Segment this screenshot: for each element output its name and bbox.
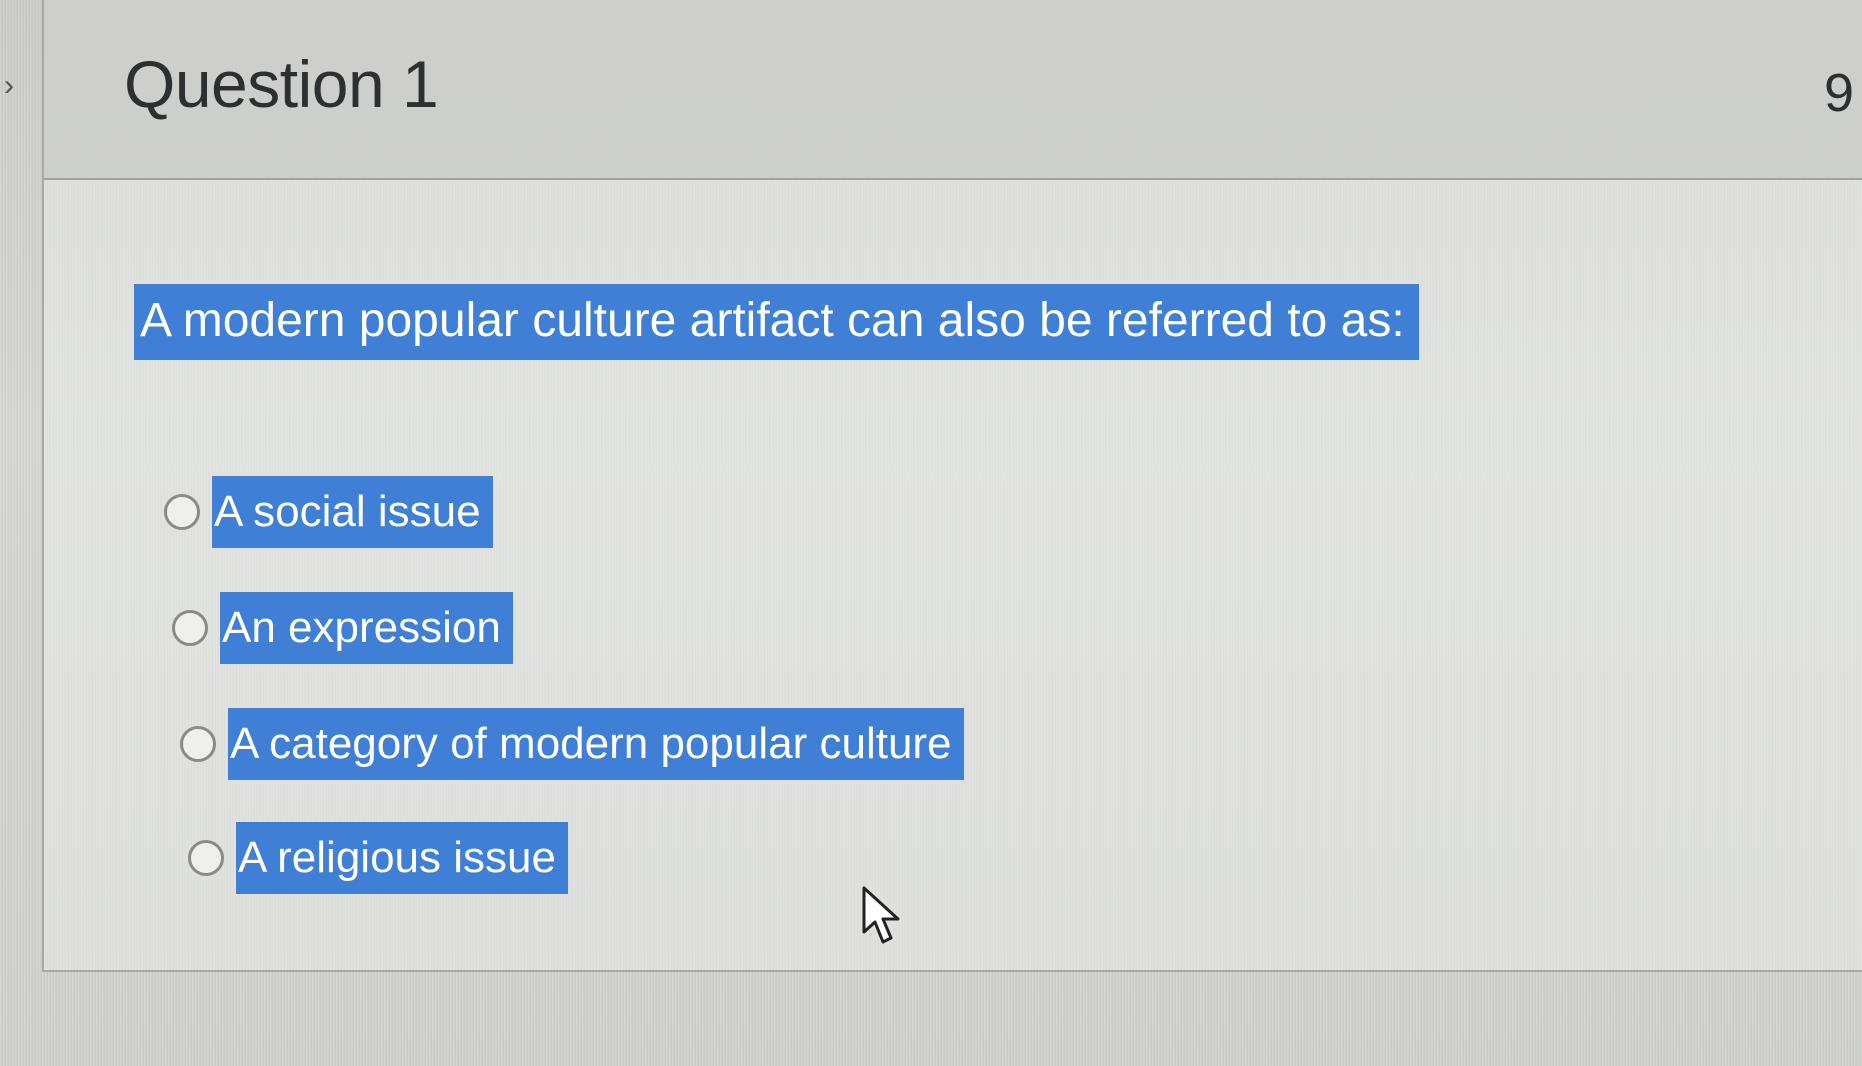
question-header: › Question 1 9 bbox=[4, 0, 1862, 180]
radio-button-icon[interactable] bbox=[164, 494, 200, 530]
answer-label: A religious issue bbox=[236, 822, 568, 894]
answer-option-2[interactable]: An expression bbox=[172, 592, 513, 664]
mouse-cursor-icon bbox=[862, 886, 900, 944]
question-body: A modern popular culture artifact can al… bbox=[44, 180, 1862, 970]
answer-option-4[interactable]: A religious issue bbox=[188, 822, 568, 894]
question-card: › Question 1 9 A modern popular culture … bbox=[4, 0, 1862, 972]
chevron-right-icon[interactable]: › bbox=[4, 71, 24, 101]
answer-option-1[interactable]: A social issue bbox=[164, 476, 493, 548]
answer-label: A social issue bbox=[212, 476, 493, 548]
answer-label: An expression bbox=[220, 592, 513, 664]
question-prompt: A modern popular culture artifact can al… bbox=[134, 284, 1419, 360]
radio-button-icon[interactable] bbox=[188, 840, 224, 876]
radio-button-icon[interactable] bbox=[172, 610, 208, 646]
answer-label: A category of modern popular culture bbox=[228, 708, 964, 780]
radio-button-icon[interactable] bbox=[180, 726, 216, 762]
question-title: Question 1 bbox=[124, 47, 439, 121]
answer-option-3[interactable]: A category of modern popular culture bbox=[180, 708, 964, 780]
question-points: 9 bbox=[1824, 63, 1855, 123]
